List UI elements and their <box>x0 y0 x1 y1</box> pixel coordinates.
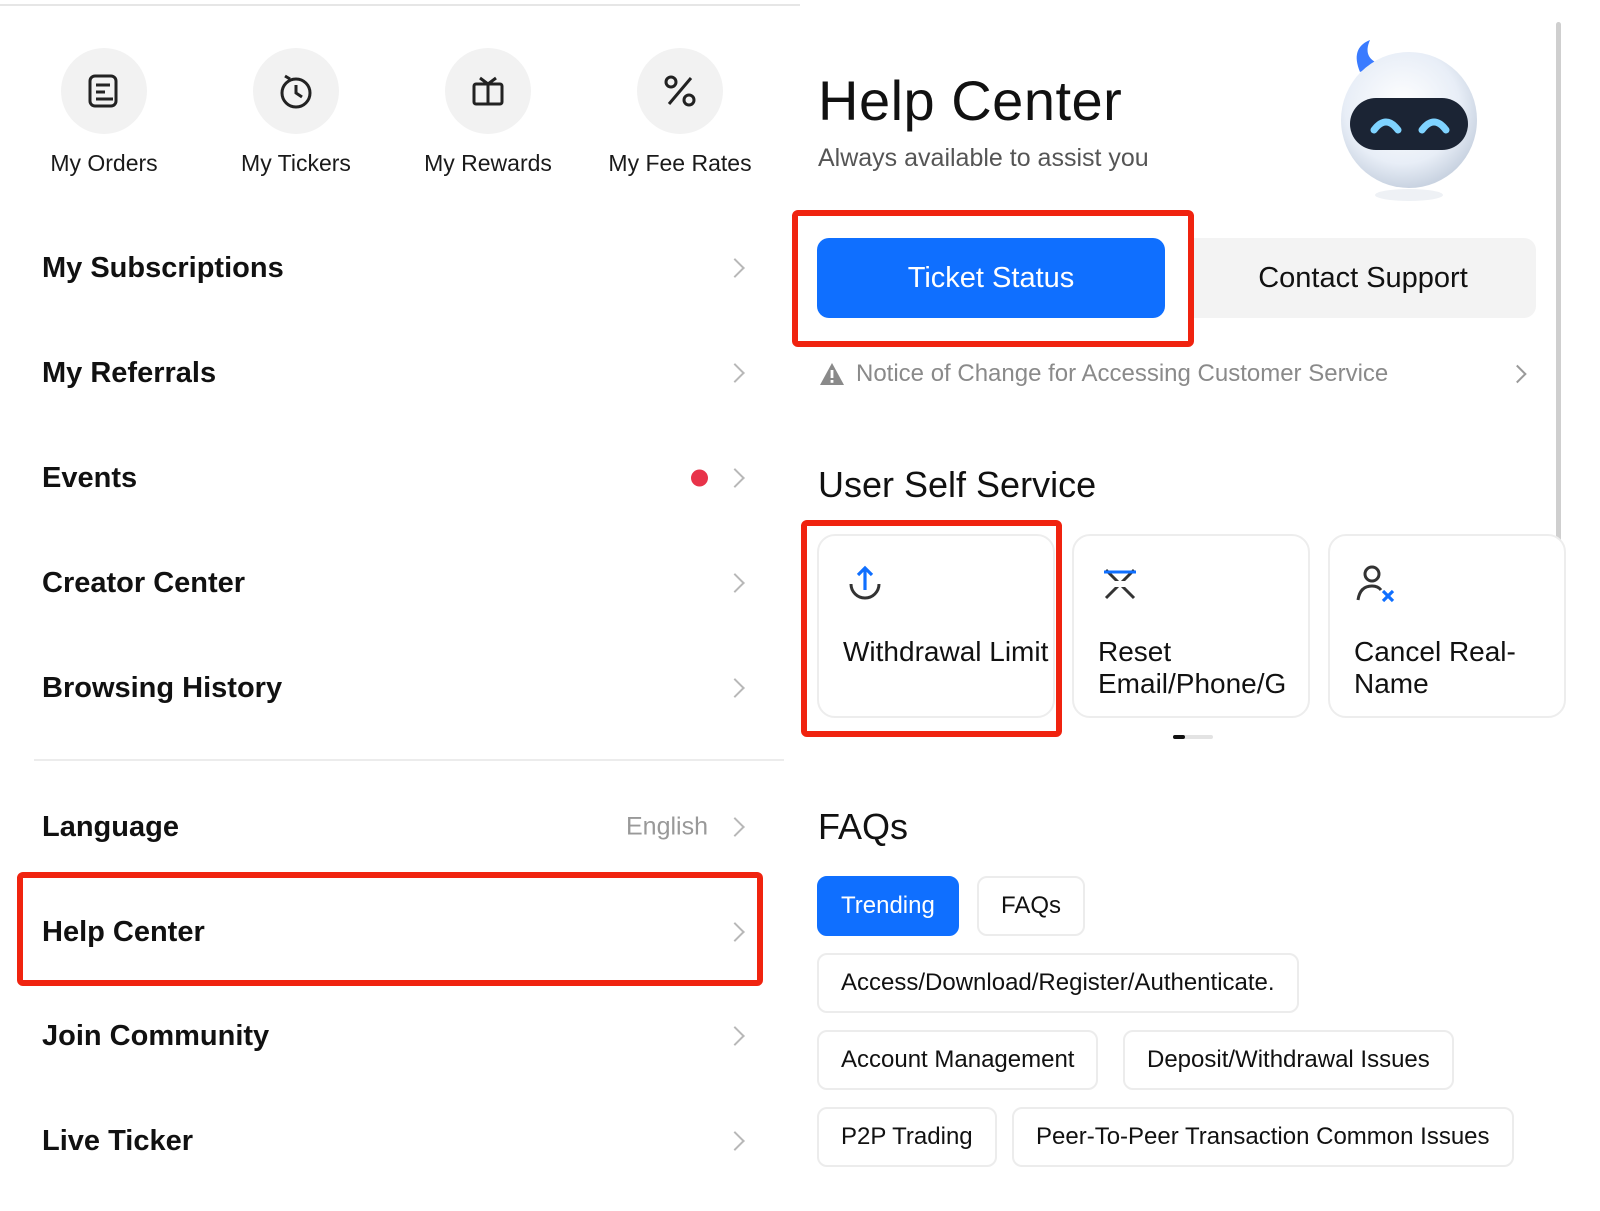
tab-ticket-status[interactable]: Ticket Status <box>817 238 1165 318</box>
faq-topic-chip[interactable]: Access/Download/Register/Authenticate. <box>817 953 1299 1013</box>
notice-text: Notice of Change for Accessing Customer … <box>856 360 1389 387</box>
shortcut-label: My Orders <box>50 150 158 176</box>
orders-icon <box>61 48 147 134</box>
chevron-right-icon <box>725 678 745 698</box>
menu-item-label: My Referrals <box>42 356 217 389</box>
chevron-right-icon <box>1508 364 1527 384</box>
menu-item-join-community[interactable]: Join Community <box>42 1006 762 1066</box>
menu-item-live-ticker[interactable]: Live Ticker <box>42 1111 762 1171</box>
menu-item-creator-center[interactable]: Creator Center <box>42 553 762 613</box>
reset-icon <box>1104 568 1136 600</box>
notification-dot <box>691 469 708 487</box>
menu-item-my-subscriptions[interactable]: My Subscriptions <box>42 238 762 298</box>
self-service-card-withdrawal-limit[interactable]: Withdrawal Limit <box>817 534 1055 718</box>
chevron-right-icon <box>725 1131 745 1151</box>
shortcut-my-orders[interactable]: My Orders <box>9 48 199 177</box>
menu-item-label: Creator Center <box>42 566 246 599</box>
menu-item-help-center[interactable]: Help Center <box>42 902 762 962</box>
clock-icon <box>253 48 339 134</box>
faq-topic-chip[interactable]: P2P Trading <box>817 1107 997 1167</box>
notice-banner[interactable]: Notice of Change for Accessing Customer … <box>818 356 1538 392</box>
user-remove-icon <box>1356 565 1395 603</box>
menu-item-label: Language <box>42 810 179 843</box>
menu-item-browsing-history[interactable]: Browsing History <box>42 658 762 718</box>
warning-icon <box>820 363 844 385</box>
top-divider <box>0 4 800 6</box>
carousel-indicator <box>1173 735 1213 739</box>
chevron-right-icon <box>725 258 745 278</box>
page-title: Help Center <box>818 69 1123 132</box>
self-service-card-reset-email[interactable]: Reset Email/Phone/G <box>1072 534 1310 718</box>
chevron-right-icon <box>725 922 745 942</box>
menu-item-label: Events <box>42 461 138 494</box>
shortcut-label: My Tickers <box>241 150 351 176</box>
menu-item-label: Live Ticker <box>42 1124 194 1157</box>
chevron-right-icon <box>725 363 745 383</box>
faq-tab-faqs[interactable]: FAQs <box>977 876 1086 936</box>
chevron-right-icon <box>725 468 745 488</box>
card-label: Cancel Real-Name <box>1354 636 1516 699</box>
upload-arrow-icon <box>849 565 881 600</box>
robot-mascot-icon <box>1341 40 1477 201</box>
percent-icon <box>637 48 723 134</box>
faq-topic-chip[interactable]: Deposit/Withdrawal Issues <box>1123 1030 1454 1090</box>
faq-topic-chip[interactable]: Account Management <box>817 1030 1099 1090</box>
chevron-right-icon <box>725 1026 745 1046</box>
faqs-title: FAQs <box>818 806 909 847</box>
menu-item-language[interactable]: Language English <box>42 797 762 857</box>
self-service-card-cancel-real-name[interactable]: Cancel Real-Name <box>1328 534 1566 718</box>
self-service-title: User Self Service <box>818 464 1097 505</box>
faq-topic-chip[interactable]: Peer-To-Peer Transaction Common Issues <box>1012 1107 1514 1167</box>
chevron-right-icon <box>725 573 745 593</box>
shortcut-label: My Rewards <box>424 150 552 176</box>
carousel-indicator-active <box>1173 735 1185 739</box>
gift-icon <box>445 48 531 134</box>
chevron-right-icon <box>725 817 745 837</box>
shortcut-my-tickers[interactable]: My Tickers <box>201 48 391 177</box>
menu-item-my-referrals[interactable]: My Referrals <box>42 343 762 403</box>
page-subtitle: Always available to assist you <box>818 144 1149 172</box>
menu-item-label: My Subscriptions <box>42 251 284 284</box>
account-menu-panel: My Orders My Tickers My Rewards My Fee R… <box>0 0 800 1211</box>
language-value: English <box>626 812 708 841</box>
shortcut-my-fee-rates[interactable]: My Fee Rates <box>585 48 775 177</box>
menu-item-label: Browsing History <box>42 671 283 704</box>
card-label: Withdrawal Limit <box>843 636 1049 667</box>
menu-item-label: Help Center <box>42 915 205 948</box>
faq-tab-trending[interactable]: Trending <box>817 876 959 936</box>
tab-contact-support[interactable]: Contact Support <box>1190 238 1536 318</box>
menu-item-events[interactable]: Events <box>42 448 762 508</box>
menu-item-label: Join Community <box>42 1019 270 1052</box>
section-divider <box>34 759 784 761</box>
card-label: Reset Email/Phone/G <box>1098 636 1287 699</box>
shortcut-my-rewards[interactable]: My Rewards <box>393 48 583 177</box>
shortcut-label: My Fee Rates <box>608 150 752 176</box>
